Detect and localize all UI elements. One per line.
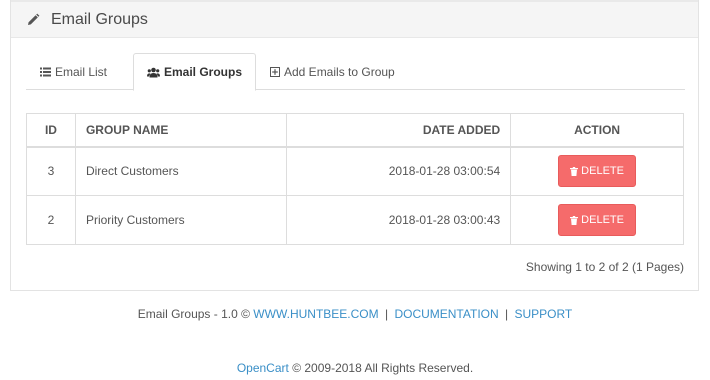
header-date-added[interactable]: DATE ADDED bbox=[285, 113, 512, 148]
pagination-info: Showing 1 to 2 of 2 (1 Pages) bbox=[525, 260, 684, 274]
tab-add-emails-label: Add Emails to Group bbox=[284, 64, 395, 79]
cell-action: DELETE bbox=[510, 146, 684, 196]
panel-title: Email Groups bbox=[51, 10, 148, 28]
cell-group-name: Priority Customers bbox=[74, 195, 287, 245]
cell-date-added: 2018-01-28 03:00:54 bbox=[285, 146, 512, 196]
list-icon bbox=[40, 67, 51, 77]
table-row: 2 Priority Customers 2018-01-28 03:00:43… bbox=[26, 195, 684, 245]
header-group-name[interactable]: GROUP NAME bbox=[74, 113, 287, 148]
cell-id: 3 bbox=[26, 146, 76, 196]
cell-id: 2 bbox=[26, 195, 76, 245]
huntbee-link[interactable]: WWW.HUNTBEE.COM bbox=[253, 307, 378, 321]
plus-square-icon bbox=[270, 66, 280, 77]
tab-email-list-label: Email List bbox=[55, 64, 108, 79]
email-groups-panel: Email Groups Email List Email Groups Add… bbox=[10, 0, 699, 291]
cell-action: DELETE bbox=[510, 195, 684, 245]
tab-email-list[interactable]: Email List bbox=[40, 53, 107, 90]
email-groups-table: ID GROUP NAME DATE ADDED ACTION 3 Direct… bbox=[26, 113, 684, 245]
table-header-row: ID GROUP NAME DATE ADDED ACTION bbox=[26, 113, 684, 148]
trash-icon bbox=[570, 166, 579, 176]
footer-separator: | bbox=[384, 307, 389, 321]
users-icon bbox=[147, 67, 160, 78]
footer-separator: | bbox=[505, 307, 509, 321]
copyright-footer: OpenCart © 2009-2018 All Rights Reserved… bbox=[0, 361, 710, 375]
cell-group-name: Direct Customers bbox=[74, 146, 287, 196]
tab-add-emails-to-group[interactable]: Add Emails to Group bbox=[270, 53, 395, 90]
copyright-text: © 2009-2018 All Rights Reserved. bbox=[292, 361, 474, 375]
header-action: ACTION bbox=[510, 113, 684, 148]
tab-email-groups-label: Email Groups bbox=[164, 65, 243, 79]
delete-button-label: DELETE bbox=[581, 214, 624, 226]
trash-icon bbox=[570, 215, 579, 225]
module-version-text: Email Groups - 1.0 © bbox=[137, 307, 250, 321]
cell-date-added: 2018-01-28 03:00:43 bbox=[285, 195, 512, 245]
header-id[interactable]: ID bbox=[26, 113, 76, 148]
documentation-link[interactable]: DOCUMENTATION bbox=[394, 307, 498, 321]
table-row: 3 Direct Customers 2018-01-28 03:00:54 D… bbox=[26, 146, 684, 196]
panel-heading: Email Groups bbox=[11, 0, 698, 38]
module-footer: Email Groups - 1.0 © WWW.HUNTBEE.COM | D… bbox=[0, 307, 710, 321]
opencart-link[interactable]: OpenCart bbox=[237, 361, 289, 375]
tab-bar: Email List Email Groups Add Emails to Gr… bbox=[26, 53, 685, 91]
pencil-icon bbox=[25, 12, 41, 28]
delete-button[interactable]: DELETE bbox=[558, 204, 637, 236]
delete-button[interactable]: DELETE bbox=[558, 155, 637, 188]
delete-button-label: DELETE bbox=[581, 165, 624, 178]
tab-email-groups[interactable]: Email Groups bbox=[133, 53, 257, 91]
support-link[interactable]: SUPPORT bbox=[514, 307, 572, 321]
